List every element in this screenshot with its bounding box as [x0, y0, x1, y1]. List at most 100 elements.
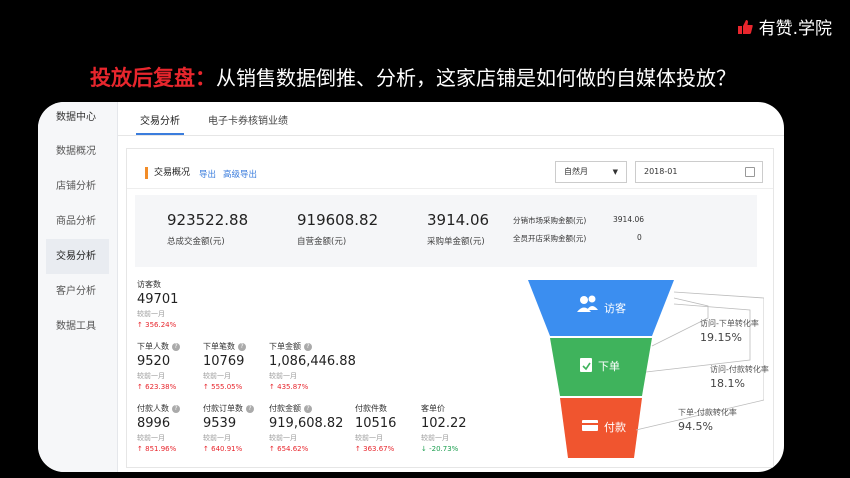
sidebar-item-product-analysis[interactable]: 商品分析 — [38, 204, 117, 239]
summary-bar: 923522.88 总成交金额(元) 919608.82 自营金额(元) 391… — [135, 195, 757, 267]
metric-compare-label: 较前一月 — [269, 434, 297, 442]
arrow-up-icon: ↑ — [355, 445, 361, 453]
help-icon[interactable]: ? — [246, 404, 254, 413]
metric-change: ↑ 623.38% — [137, 383, 177, 391]
sidebar-item-data-tools[interactable]: 数据工具 — [38, 309, 117, 344]
conversion-label: 访问-付款转化率 — [710, 365, 769, 374]
tab-ecard-writeoff[interactable]: 电子卡券核销业绩 — [208, 112, 288, 127]
arrow-up-icon: ↑ — [137, 445, 143, 453]
metric-value: 49701 — [137, 292, 179, 307]
stat-value: 919608.82 — [297, 211, 379, 229]
sub-row-distribution: 分销市场采购金额(元) — [513, 215, 586, 226]
headline-accent: 投放后复盘： — [90, 66, 216, 90]
metric-value: 1,086,446.88 — [269, 354, 356, 369]
thumbs-up-icon — [737, 19, 753, 34]
sub-row-label: 分销市场采购金额(元) — [513, 216, 587, 225]
period-select-value: 自然月 — [564, 167, 588, 176]
metric-change: ↑ 851.96% — [137, 445, 177, 453]
metric-order-amount: 下单金额? 1,086,446.88 较前一月 ↑ 435.87% — [269, 342, 356, 391]
help-icon[interactable]: ? — [304, 342, 312, 351]
slide: 有赞.学院 投放后复盘：从销售数据倒推、分析，这家店铺是如何做的自媒体投放？ 数… — [0, 0, 850, 478]
metric-paid-orders: 付款订单数? 9539 较前一月 ↑ 640.91% — [203, 403, 254, 453]
sidebar-item-data-center[interactable]: 数据中心 — [38, 102, 117, 134]
arrow-up-icon: ↑ — [203, 445, 209, 453]
document-check-icon — [580, 358, 592, 372]
stat-purchase-orders: 3914.06 采购单金额(元) — [427, 211, 489, 247]
sub-row-member-store-value: 0 — [637, 233, 642, 242]
conversion-order-pay: 下单-付款转化率 94.5% — [678, 407, 737, 433]
metric-compare-label: 较前一月 — [203, 372, 231, 380]
metric-compare-label: 较前一月 — [203, 434, 231, 442]
metric-compare-label: 较前一月 — [421, 434, 449, 442]
sub-row-label: 全员开店采购金额(元) — [513, 234, 587, 243]
sidebar-item-store-analysis[interactable]: 店铺分析 — [38, 169, 117, 204]
metric-title: 访客数 — [137, 280, 161, 289]
dashboard-screenshot: 数据中心 数据概况 店铺分析 商品分析 交易分析 客户分析 数据工具 交易分析 … — [38, 102, 784, 472]
metric-value: 919,608.82 — [269, 416, 344, 431]
metric-order-users: 下单人数? 9520 较前一月 ↑ 623.38% — [137, 341, 180, 391]
sidebar-item-customer-analysis[interactable]: 客户分析 — [38, 274, 117, 309]
metric-change: ↑ 654.62% — [269, 445, 309, 453]
sidebar-item-trade-analysis[interactable]: 交易分析 — [46, 239, 109, 274]
metric-compare-label: 较前一月 — [137, 372, 165, 380]
brand-name: 有赞.学院 — [758, 19, 832, 39]
period-select[interactable]: 自然月 ▼ — [555, 161, 627, 183]
metric-value: 10516 — [355, 416, 397, 431]
caret-down-icon: ▼ — [612, 168, 618, 176]
conversion-visit-pay: 访问-付款转化率 18.1% — [710, 364, 769, 390]
metric-change: ↑ 435.87% — [269, 383, 309, 391]
conversion-label: 下单-付款转化率 — [678, 408, 737, 417]
arrow-up-icon: ↑ — [203, 383, 209, 391]
panel-header: 交易概况 导出 高级导出 自然月 ▼ 2018-01 — [127, 149, 773, 189]
conversion-value: 18.1% — [710, 377, 745, 390]
stat-self-operated: 919608.82 自营金额(元) — [297, 211, 378, 247]
stat-value: 3914.06 — [427, 211, 490, 229]
metric-value: 10769 — [203, 354, 245, 369]
arrow-down-icon: ↓ — [421, 445, 427, 453]
sidebar: 数据中心 数据概况 店铺分析 商品分析 交易分析 客户分析 数据工具 — [38, 102, 118, 472]
headline-text: 从销售数据倒推、分析，这家店铺是如何做的自媒体投放？ — [216, 66, 736, 90]
help-icon[interactable]: ? — [238, 342, 246, 351]
funnel-stage-visitors — [528, 280, 674, 336]
metric-visitors: 访客数 49701 较前一月 ↑ 356.24% — [137, 279, 178, 329]
arrow-up-icon: ↑ — [269, 383, 275, 391]
help-icon[interactable]: ? — [172, 342, 180, 351]
metric-compare-label: 较前一月 — [137, 310, 165, 318]
tab-trade-analysis[interactable]: 交易分析 — [136, 112, 184, 135]
help-icon[interactable]: ? — [304, 404, 312, 413]
sub-row-member-store: 全员开店采购金额(元) — [513, 233, 586, 244]
metric-change: ↑ 356.24% — [137, 321, 177, 329]
date-picker[interactable]: 2018-01 — [635, 161, 763, 183]
metric-value: 9520 — [137, 354, 171, 369]
help-icon[interactable]: ? — [172, 404, 180, 413]
metric-value: 9539 — [203, 416, 237, 431]
metric-compare-label: 较前一月 — [137, 434, 165, 442]
payment-card-icon — [582, 420, 598, 431]
funnel-label-payments: 付款 — [604, 420, 626, 434]
sub-row-distribution-value: 3914.06 — [613, 215, 645, 224]
arrow-up-icon: ↑ — [269, 445, 275, 453]
metric-compare-label: 较前一月 — [269, 372, 297, 380]
metric-value: 102.22 — [421, 416, 467, 431]
advanced-export-link[interactable]: 高级导出 — [223, 168, 257, 180]
stat-label: 总成交金额(元) — [167, 237, 225, 247]
stat-label: 采购单金额(元) — [427, 237, 485, 247]
brand-logo: 有赞.学院 — [737, 14, 832, 39]
conversion-visit-order: 访问-下单转化率 19.15% — [700, 318, 759, 344]
funnel-stage-payments — [560, 398, 642, 458]
metric-paid-users: 付款人数? 8996 较前一月 ↑ 851.96% — [137, 403, 180, 453]
metric-change: ↑ 363.67% — [355, 445, 395, 453]
metric-paid-items: 付款件数 10516 较前一月 ↑ 363.67% — [355, 404, 397, 453]
slide-headline: 投放后复盘：从销售数据倒推、分析，这家店铺是如何做的自媒体投放？ — [90, 62, 736, 92]
sidebar-item-overview[interactable]: 数据概况 — [38, 134, 117, 169]
metric-value: 8996 — [137, 416, 171, 431]
conversion-label: 访问-下单转化率 — [700, 319, 759, 328]
metric-change: ↑ 640.91% — [203, 445, 243, 453]
metric-change: ↓ -20.73% — [421, 445, 459, 453]
export-link[interactable]: 导出 — [199, 168, 216, 180]
arrow-up-icon: ↑ — [137, 321, 143, 329]
stat-total-gmv: 923522.88 总成交金额(元) — [167, 211, 248, 247]
calendar-icon — [745, 167, 755, 177]
stat-value: 923522.88 — [167, 211, 249, 229]
funnel-label-visitors: 访客 — [604, 301, 626, 315]
